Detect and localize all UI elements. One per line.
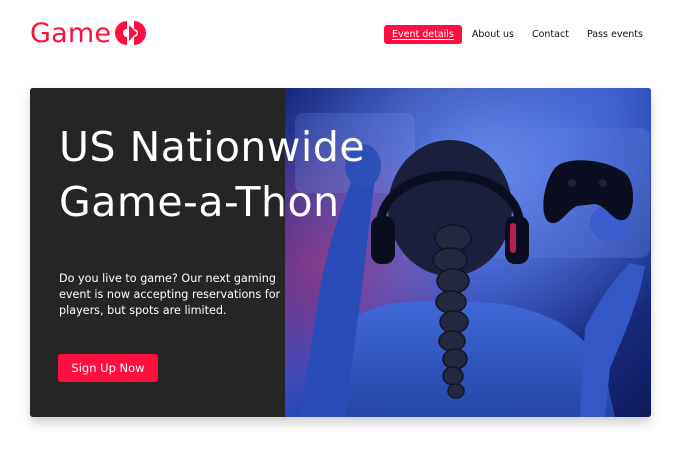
sign-up-button[interactable]: Sign Up Now (58, 354, 158, 382)
hero-title-line-1: US Nationwide (59, 123, 366, 171)
nav-item-pass-events[interactable]: Pass events (579, 25, 651, 44)
hero-title-line-2: Game-a-Thon (59, 178, 340, 226)
nav-item-contact[interactable]: Contact (524, 25, 577, 44)
hero-description: Do you live to game? Our next gaming eve… (59, 272, 281, 317)
main-nav: Event details About us Contact Pass even… (382, 25, 651, 44)
pacman-mark-icon (112, 16, 152, 50)
nav-item-event-details[interactable]: Event details (384, 25, 462, 44)
hero-title: US Nationwide Game-a-Thon (59, 120, 419, 230)
site-header: Game Event details About us Contact Pass… (0, 0, 685, 70)
brand-logo[interactable]: Game (30, 16, 152, 50)
nav-item-about-us[interactable]: About us (464, 25, 522, 44)
hero-banner: US Nationwide Game-a-Thon Do you live to… (30, 88, 651, 417)
brand-name: Game (30, 17, 112, 49)
